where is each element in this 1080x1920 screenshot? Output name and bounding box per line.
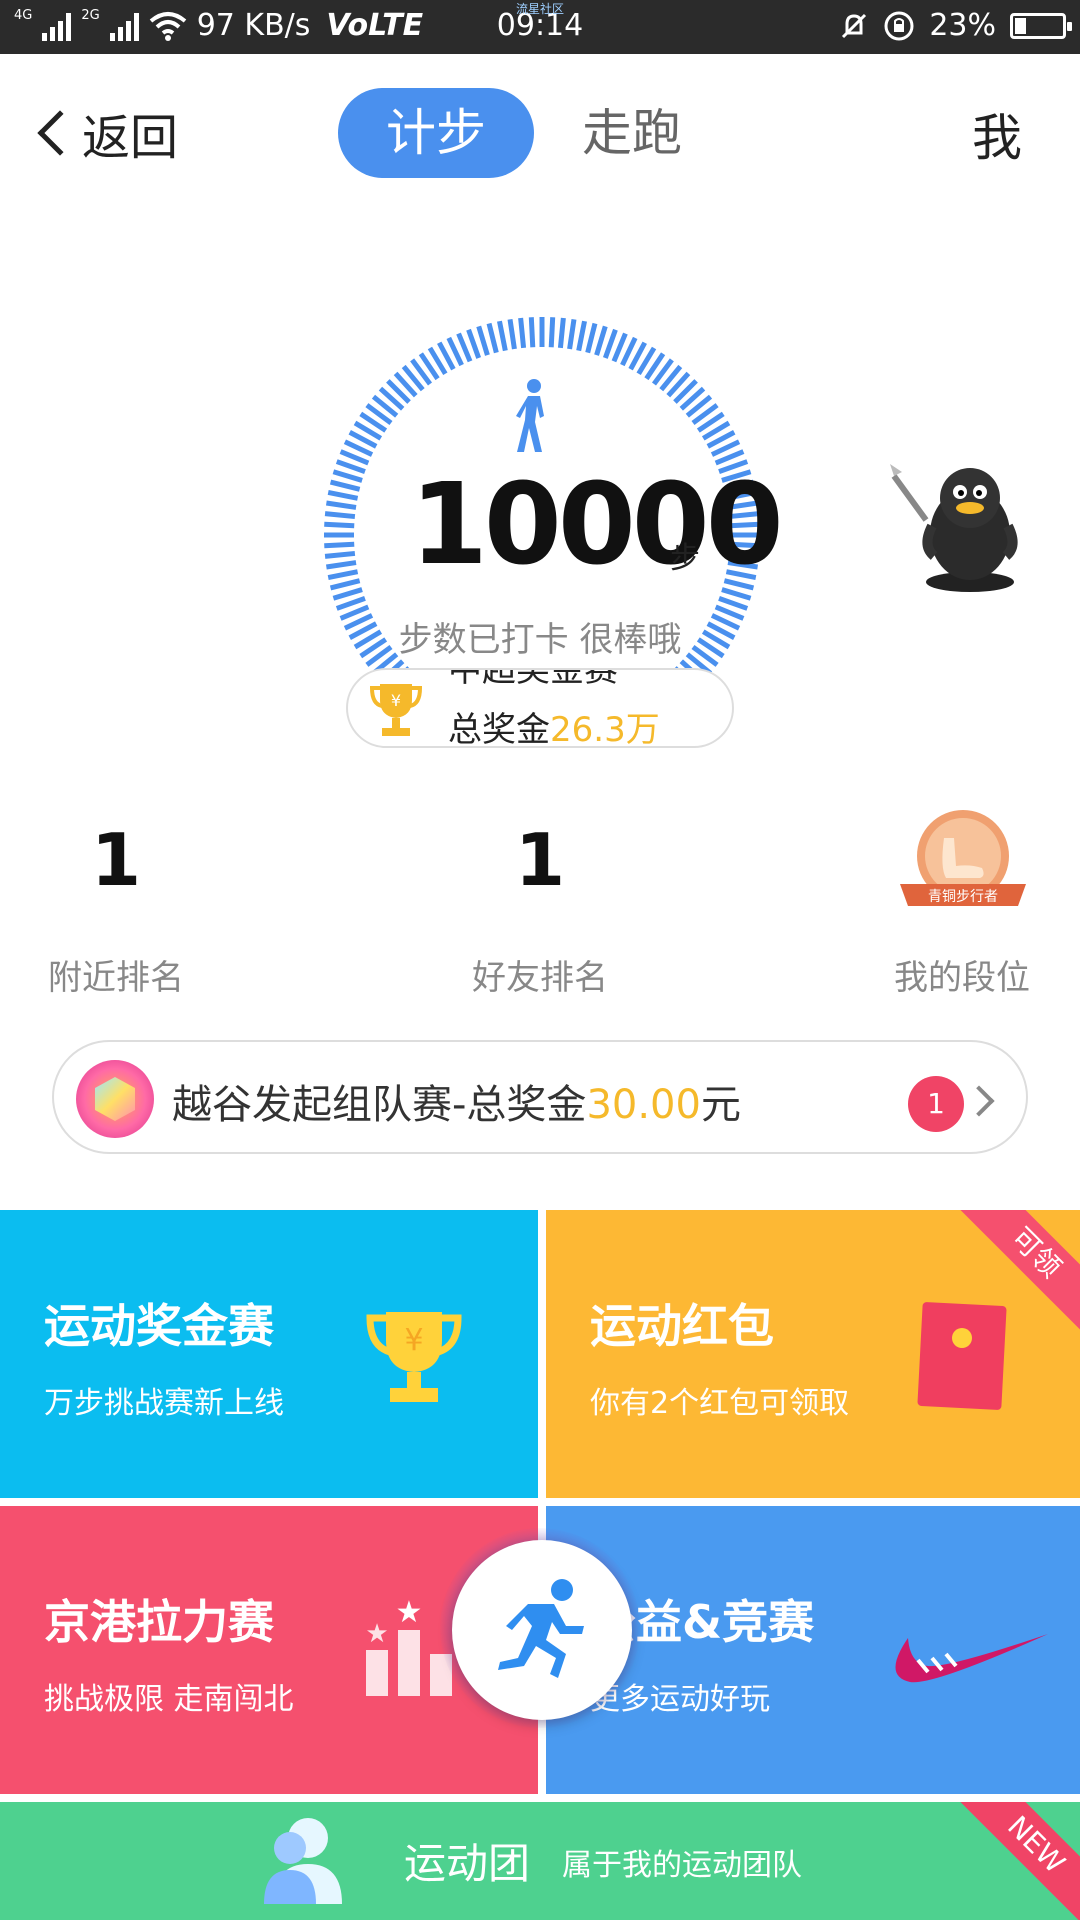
rally-race-subtitle: 挑战极限 走南闯北 (44, 1682, 294, 1717)
progress-tick (335, 459, 366, 475)
trophy-icon: ¥ (369, 684, 423, 736)
ticker-line-1: 中超奖金赛 (448, 668, 618, 690)
team-race-text: 越谷发起组队赛-总奖金30.00元 (172, 1072, 741, 1130)
back-label: 返回 (82, 110, 179, 166)
progress-tick (324, 521, 355, 529)
ticker-text: 中超奖金赛 总奖金26.3万 (448, 668, 660, 748)
progress-tick (325, 500, 357, 510)
progress-tick (332, 587, 363, 601)
progress-tick (335, 595, 366, 611)
bronze-walker-badge-icon[interactable]: 青铜步行者 (900, 808, 1026, 916)
tab-step[interactable]: 计步 (338, 88, 534, 178)
nearby-rank[interactable]: 1 附近排名 (0, 810, 266, 999)
progress-tick (576, 320, 587, 352)
progress-tick (327, 569, 359, 580)
sports-team-title: 运动团 (404, 1839, 531, 1888)
sports-team-subtitle: 属于我的运动团队 (562, 1848, 802, 1883)
progress-tick (329, 479, 361, 492)
progress-tick (486, 322, 499, 354)
checkin-message: 步数已打卡 很棒哦 (398, 620, 682, 660)
chevron-right-icon (963, 1085, 995, 1117)
svg-text:★: ★ (365, 1619, 388, 1649)
progress-tick (332, 469, 363, 483)
progress-tick (324, 511, 356, 520)
progress-tick (718, 595, 749, 611)
progress-tick (466, 328, 482, 359)
progress-tick (518, 317, 527, 349)
prize-race-subtitle: 万步挑战赛新上线 (44, 1386, 284, 1421)
friends-rank[interactable]: 1 好友排名 (390, 810, 690, 999)
team-race-logo-icon (76, 1060, 154, 1138)
prize-race-ticker[interactable]: ¥ 中超奖金赛 总奖金26.3万 (346, 668, 734, 748)
red-envelope-icon (917, 1302, 1007, 1410)
step-unit: 步 (670, 541, 700, 576)
mode-tabs: 计步 走跑 (338, 88, 730, 178)
progress-tick (721, 587, 752, 601)
progress-tick (324, 550, 356, 559)
team-race-amount: 30.00 (586, 1082, 701, 1128)
progress-tick (602, 328, 618, 359)
nearby-rank-label: 附近排名 (48, 958, 184, 998)
progress-tick (507, 318, 517, 350)
swoosh-logo-icon (895, 1634, 1048, 1683)
svg-text:★: ★ (396, 1600, 423, 1630)
penguin-mascot-icon[interactable] (886, 456, 1026, 592)
svg-text:¥: ¥ (404, 1323, 423, 1358)
progress-tick (548, 317, 556, 348)
sports-team-tile[interactable]: 运动团 属于我的运动团队 NEW (0, 1802, 1080, 1920)
progress-tick (324, 541, 355, 549)
rotation-lock-icon (884, 11, 914, 40)
friends-rank-label: 好友排名 (472, 958, 608, 998)
progress-tick (528, 317, 536, 348)
start-run-button[interactable] (452, 1540, 632, 1720)
mute-bell-icon (842, 13, 867, 38)
team-race-banner[interactable]: 越谷发起组队赛-总奖金30.00元 1 (52, 1040, 1028, 1154)
step-count: 10000 (410, 460, 784, 590)
progress-tick (329, 578, 361, 591)
running-person-icon (498, 1579, 584, 1678)
nearby-rank-value: 1 (90, 818, 142, 902)
tab-walk-run[interactable]: 走跑 (534, 88, 730, 178)
progress-tick (327, 490, 359, 501)
rally-race-title: 京港拉力赛 (44, 1595, 274, 1649)
progress-tick (497, 320, 508, 352)
my-level-label: 我的段位 (894, 958, 1030, 998)
battery-icon (1010, 12, 1072, 39)
me-button[interactable]: 我 (972, 98, 1022, 170)
ticker-amount: 26.3万 (550, 710, 660, 748)
notification-count-badge: 1 (908, 1076, 964, 1132)
new-corner-tag: NEW (949, 1802, 1080, 1920)
badge-text: 青铜步行者 (928, 889, 998, 905)
friends-rank-value: 1 (514, 818, 566, 902)
team-race-suffix: 元 (700, 1082, 741, 1128)
ticker-line-2: 总奖金26.3万 (448, 700, 660, 748)
trophy-icon: ¥ (366, 1312, 462, 1402)
team-people-icon (264, 1818, 342, 1904)
progress-tick (557, 317, 566, 349)
walking-person-icon (516, 379, 544, 452)
progress-tick (567, 318, 577, 350)
header: 返回 计步 走跑 我 (0, 54, 1080, 204)
battery-percent: 23% (929, 8, 996, 43)
ticker-prefix: 总奖金 (448, 710, 550, 748)
red-packet-tile[interactable]: 运动红包 你有2个红包可领取 可领 (546, 1210, 1080, 1498)
svg-text:¥: ¥ (391, 691, 401, 710)
status-bar: 4G 2G 97 KB/s VoLTE 流星社区 09:14 23% (0, 0, 1080, 54)
prize-race-tile[interactable]: 运动奖金赛 万步挑战赛新上线 ¥ (0, 1210, 538, 1498)
progress-tick (325, 560, 357, 570)
back-button[interactable]: 返回 (30, 98, 178, 168)
status-right: 23% (839, 8, 1072, 43)
team-race-prefix: 越谷发起组队赛-总奖金 (172, 1082, 587, 1128)
red-packet-title: 运动红包 (590, 1299, 774, 1353)
red-packet-subtitle: 你有2个红包可领取 (590, 1386, 850, 1421)
prize-race-title: 运动奖金赛 (44, 1299, 274, 1353)
progress-tick (594, 325, 608, 356)
progress-tick (585, 322, 598, 354)
chevron-left-icon (37, 110, 83, 156)
battery-fill (1015, 17, 1026, 34)
progress-tick (476, 325, 490, 356)
